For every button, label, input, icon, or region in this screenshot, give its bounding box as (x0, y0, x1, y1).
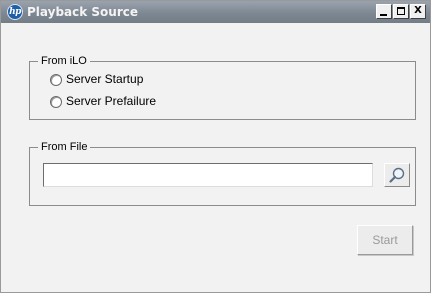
magnifier-icon (389, 167, 405, 183)
server-prefailure-radio[interactable] (50, 96, 62, 108)
server-startup-label[interactable]: Server Startup (66, 72, 143, 87)
from-file-legend: From File (38, 140, 91, 154)
window-title: Playback Source (27, 5, 139, 19)
start-button[interactable]: Start (357, 225, 413, 255)
close-icon: X (414, 5, 422, 16)
maximize-icon (397, 7, 405, 15)
server-startup-radio[interactable] (50, 74, 62, 86)
minimize-button[interactable] (376, 4, 392, 19)
browse-file-button[interactable] (384, 163, 410, 187)
maximize-button[interactable] (393, 4, 409, 19)
from-ilo-legend: From iLO (38, 54, 90, 68)
hp-logo-icon: hp (7, 4, 23, 20)
minimize-icon (380, 14, 387, 16)
file-path-input[interactable] (43, 163, 373, 187)
close-button[interactable]: X (410, 4, 426, 19)
from-ilo-group: From iLO Server Startup Server Prefailur… (29, 54, 416, 120)
title-bar[interactable]: hp Playback Source X (1, 1, 430, 23)
from-file-group: From File (29, 140, 416, 206)
server-prefailure-label[interactable]: Server Prefailure (66, 94, 156, 109)
playback-source-dialog: hp Playback Source X From iLO Server Sta… (0, 0, 431, 293)
